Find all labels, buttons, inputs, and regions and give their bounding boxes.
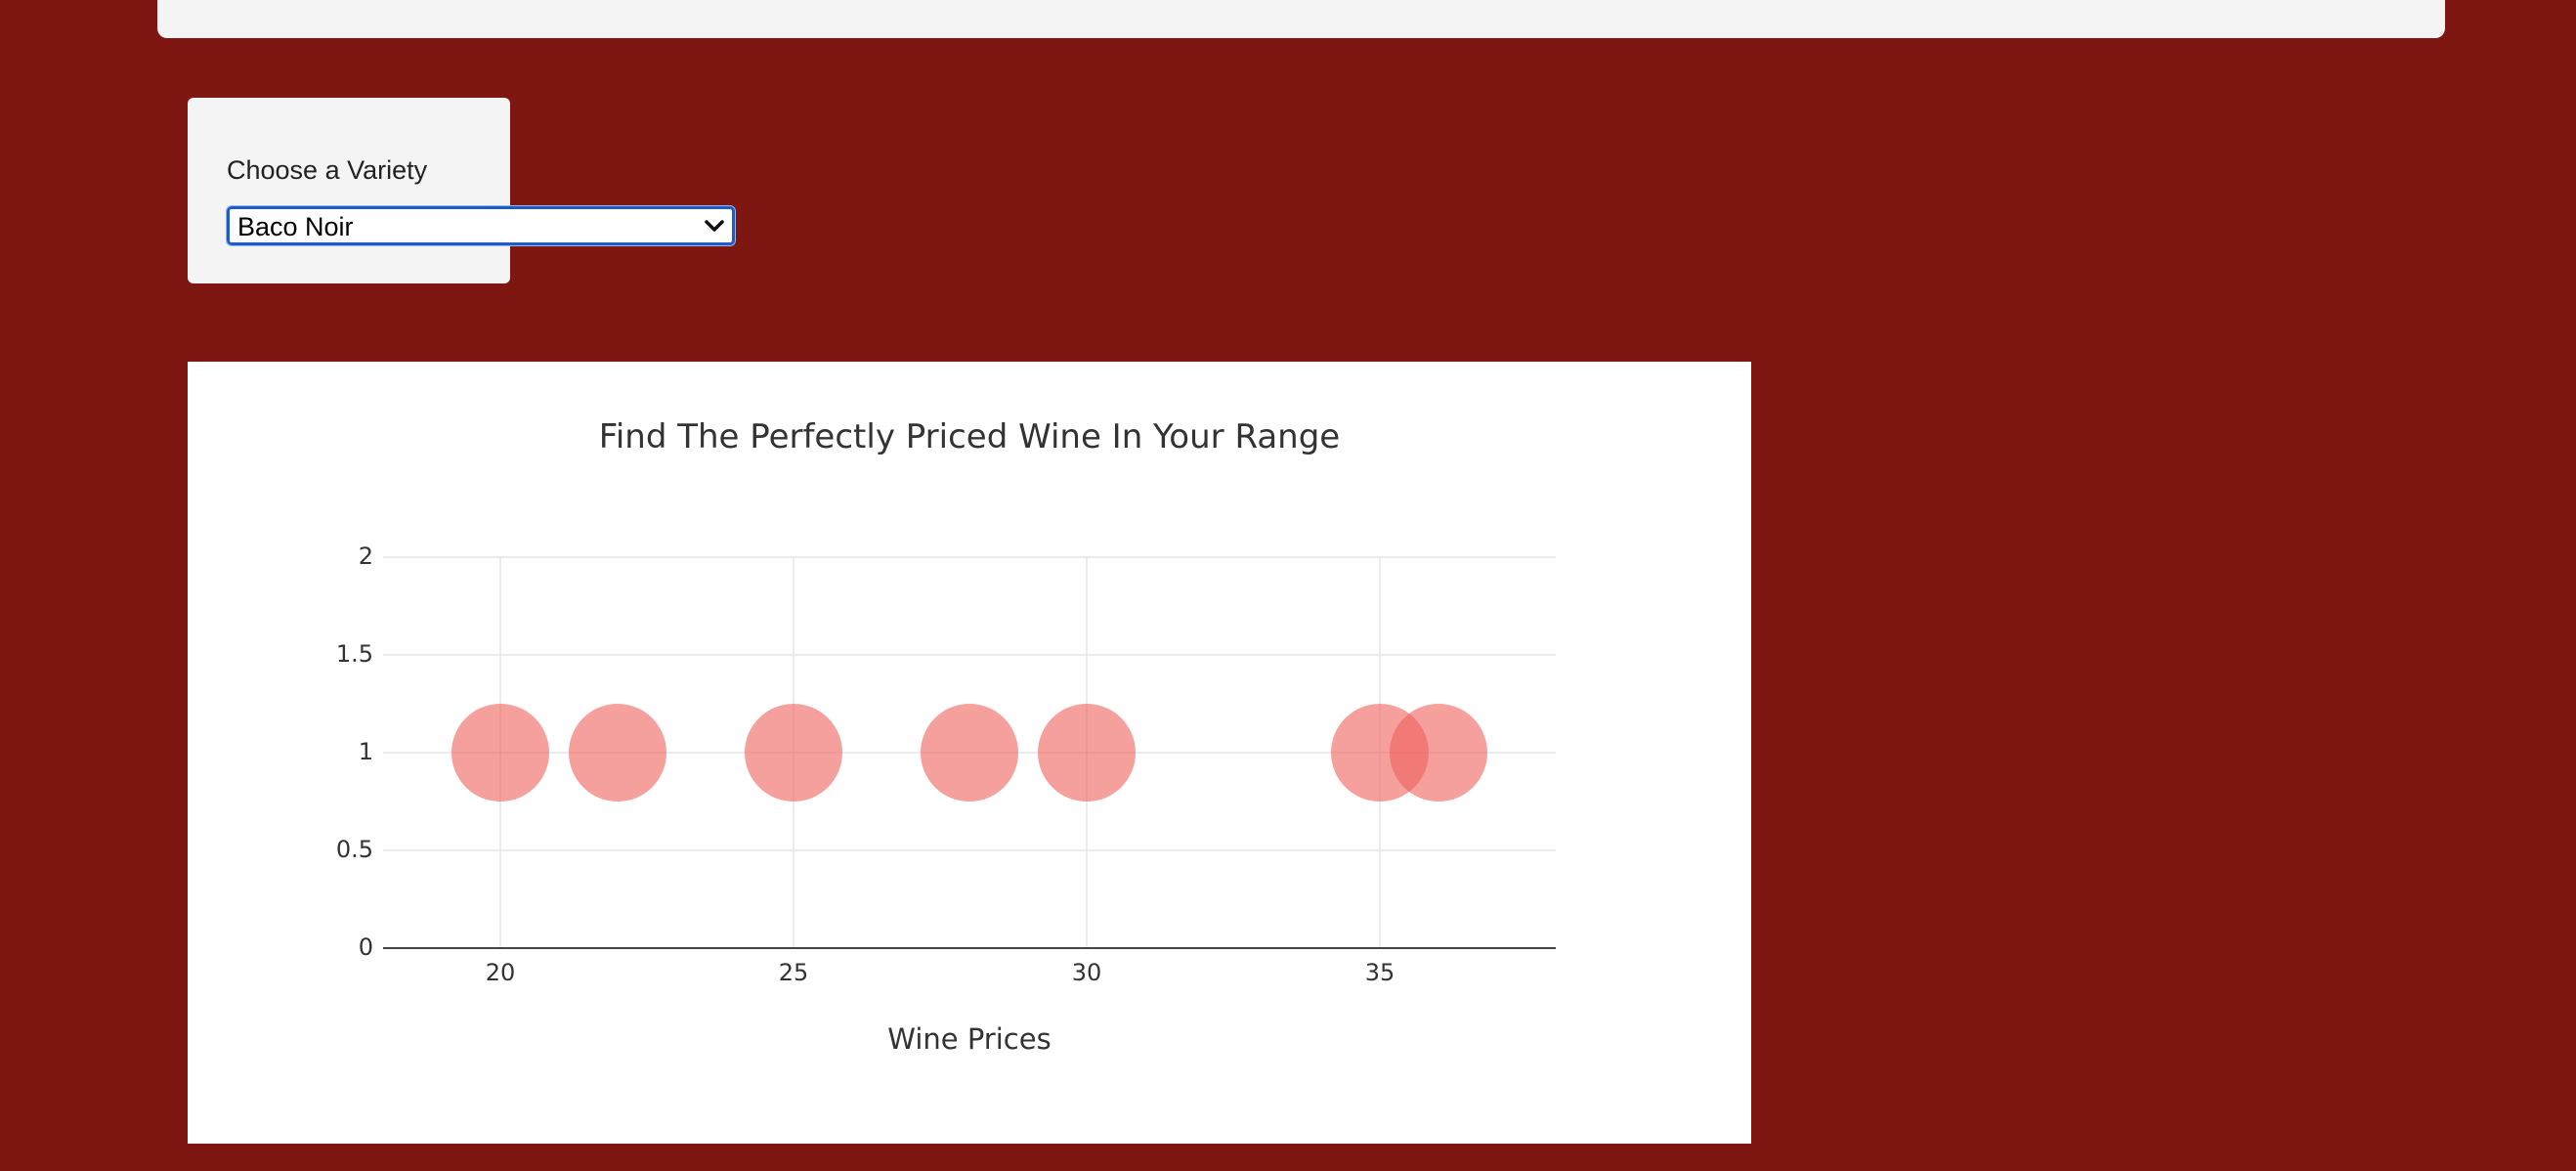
data-point[interactable] [451, 704, 549, 802]
variety-select[interactable]: Baco Noir [226, 205, 736, 246]
data-point[interactable] [569, 704, 666, 802]
variety-select-value: Baco Noir [237, 212, 354, 241]
wine-price-chart: 20 25 30 35 0 0.5 1 1.5 2 Find The Perfectly Pri… [336, 417, 1556, 1056]
chevron-down-icon [705, 220, 724, 232]
chart-panel: 20 25 30 35 0 0.5 1 1.5 2 Find The Perfectly Pri… [188, 362, 1751, 1144]
x-tick-label: 25 [779, 959, 809, 986]
y-tick-label: 0 [359, 933, 373, 961]
data-point[interactable] [921, 704, 1018, 802]
x-tick-label: 35 [1365, 959, 1395, 986]
top-panel [157, 0, 2445, 38]
data-point[interactable] [1390, 704, 1487, 802]
chart-title: Find The Perfectly Priced Wine In Your R… [599, 417, 1340, 456]
y-tick-label: 0.5 [336, 836, 373, 863]
y-tick-label: 1 [359, 738, 373, 765]
y-tick-label: 1.5 [336, 640, 373, 668]
y-tick-label: 2 [359, 542, 373, 570]
data-point[interactable] [1038, 704, 1136, 802]
variety-filter-card: Choose a Variety Baco Noir [188, 98, 736, 283]
variety-filter-label: Choose a Variety [227, 155, 428, 185]
x-tick-label: 30 [1072, 959, 1102, 986]
x-axis-title: Wine Prices [887, 1022, 1051, 1056]
data-points [451, 704, 1487, 802]
x-tick-label: 20 [486, 959, 516, 986]
data-point[interactable] [745, 704, 842, 802]
